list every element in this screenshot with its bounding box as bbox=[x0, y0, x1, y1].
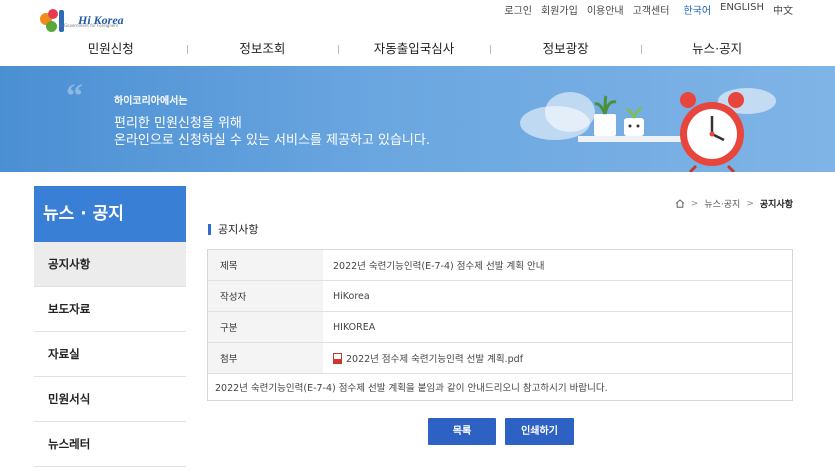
notice-title: 2022년 숙련기능인력(E-7-4) 점수제 선발 계획 안내 bbox=[333, 261, 545, 272]
logo-mark-icon bbox=[40, 7, 76, 33]
chevron-right-icon: > bbox=[690, 198, 699, 209]
table-row: 제목 2022년 숙련기능인력(E-7-4) 점수제 선발 계획 안내 bbox=[208, 250, 792, 281]
attachment-link[interactable]: 2022년 점수제 숙련기능인력 선발 계획.pdf bbox=[346, 351, 523, 365]
side-nav-item-press[interactable]: 보도자료 bbox=[34, 287, 186, 332]
logo[interactable]: Hi Korea bbox=[40, 6, 140, 34]
login-link[interactable]: 로그인 bbox=[504, 2, 532, 17]
side-nav: 뉴스 · 공지 공지사항 보도자료 자료실 민원서식 뉴스레터 bbox=[34, 186, 186, 467]
side-nav-item-notice[interactable]: 공지사항 bbox=[34, 242, 186, 287]
banner-line-2: 온라인으로 신청하실 수 있는 서비스를 제공하고 있습니다. bbox=[114, 133, 430, 148]
guide-link[interactable]: 이용안내 bbox=[587, 2, 624, 17]
gnb-item-info-lookup[interactable]: 정보조회 bbox=[186, 36, 339, 62]
lang-english[interactable]: ENGLISH bbox=[720, 2, 764, 17]
side-nav-title: 뉴스 · 공지 bbox=[34, 186, 186, 242]
breadcrumb-item[interactable]: 뉴스·공지 bbox=[704, 197, 740, 210]
row-header: 작성자 bbox=[208, 281, 323, 311]
logo-subtitle: e-Government for Foreigners bbox=[60, 23, 119, 28]
side-nav-item-newsletter[interactable]: 뉴스레터 bbox=[34, 422, 186, 467]
list-button[interactable]: 목록 bbox=[428, 418, 496, 445]
gnb-item-civil-application[interactable]: 민원신청 bbox=[35, 36, 187, 62]
lang-korean[interactable]: 한국어 bbox=[683, 2, 711, 17]
notice-author: HiKorea bbox=[333, 290, 370, 302]
row-header: 제목 bbox=[208, 250, 323, 280]
gnb-item-auto-immigration[interactable]: 자동출입국심사 bbox=[338, 36, 490, 62]
desk-illustration-icon bbox=[578, 92, 744, 172]
gnb-item-info-plaza[interactable]: 정보광장 bbox=[489, 36, 642, 62]
row-header: 구분 bbox=[208, 312, 323, 342]
global-nav: 민원신청 정보조회 자동출입국심사 정보광장 뉴스·공지 bbox=[35, 36, 793, 62]
utility-nav: 로그인 회원가입 이용안내 고객센터 한국어 ENGLISH 中文 bbox=[495, 2, 793, 17]
notice-body: 2022년 숙련기능인력(E-7-4) 점수제 선발 계획을 붙임과 같이 안내… bbox=[215, 383, 608, 394]
notice-category: HIKOREA bbox=[333, 321, 376, 333]
banner: “ 하이코리아에서는 편리한 민원신청을 위해 온라인으로 신청하실 수 있는 … bbox=[0, 66, 835, 172]
section-title: 공지사항 bbox=[208, 224, 258, 235]
table-row: 작성자 HiKorea bbox=[208, 281, 792, 312]
table-row: 첨부 2022년 점수제 숙련기능인력 선발 계획.pdf bbox=[208, 343, 792, 374]
quote-mark-icon: “ bbox=[66, 78, 83, 115]
banner-subtitle: 하이코리아에서는 bbox=[114, 96, 188, 107]
table-row: 구분 HIKOREA bbox=[208, 312, 792, 343]
customer-center-link[interactable]: 고객센터 bbox=[633, 2, 670, 17]
home-icon[interactable] bbox=[675, 199, 685, 208]
side-nav-item-archive[interactable]: 자료실 bbox=[34, 332, 186, 377]
lang-chinese[interactable]: 中文 bbox=[773, 2, 793, 17]
gnb-item-news-notice[interactable]: 뉴스·공지 bbox=[641, 36, 793, 62]
chevron-right-icon: > bbox=[746, 198, 754, 209]
pdf-file-icon bbox=[333, 352, 342, 364]
side-nav-item-forms[interactable]: 민원서식 bbox=[34, 377, 186, 422]
breadcrumb: > 뉴스·공지 > 공지사항 bbox=[675, 197, 793, 210]
notice-detail-table: 제목 2022년 숙련기능인력(E-7-4) 점수제 선발 계획 안내 작성자 … bbox=[207, 249, 793, 401]
print-button[interactable]: 인쇄하기 bbox=[505, 418, 574, 445]
attachment-cell: 2022년 점수제 숙련기능인력 선발 계획.pdf bbox=[323, 343, 792, 373]
signup-link[interactable]: 회원가입 bbox=[541, 2, 578, 17]
row-header: 첨부 bbox=[208, 343, 323, 373]
action-buttons: 목록 인쇄하기 bbox=[428, 418, 583, 445]
breadcrumb-current: 공지사항 bbox=[759, 200, 793, 210]
